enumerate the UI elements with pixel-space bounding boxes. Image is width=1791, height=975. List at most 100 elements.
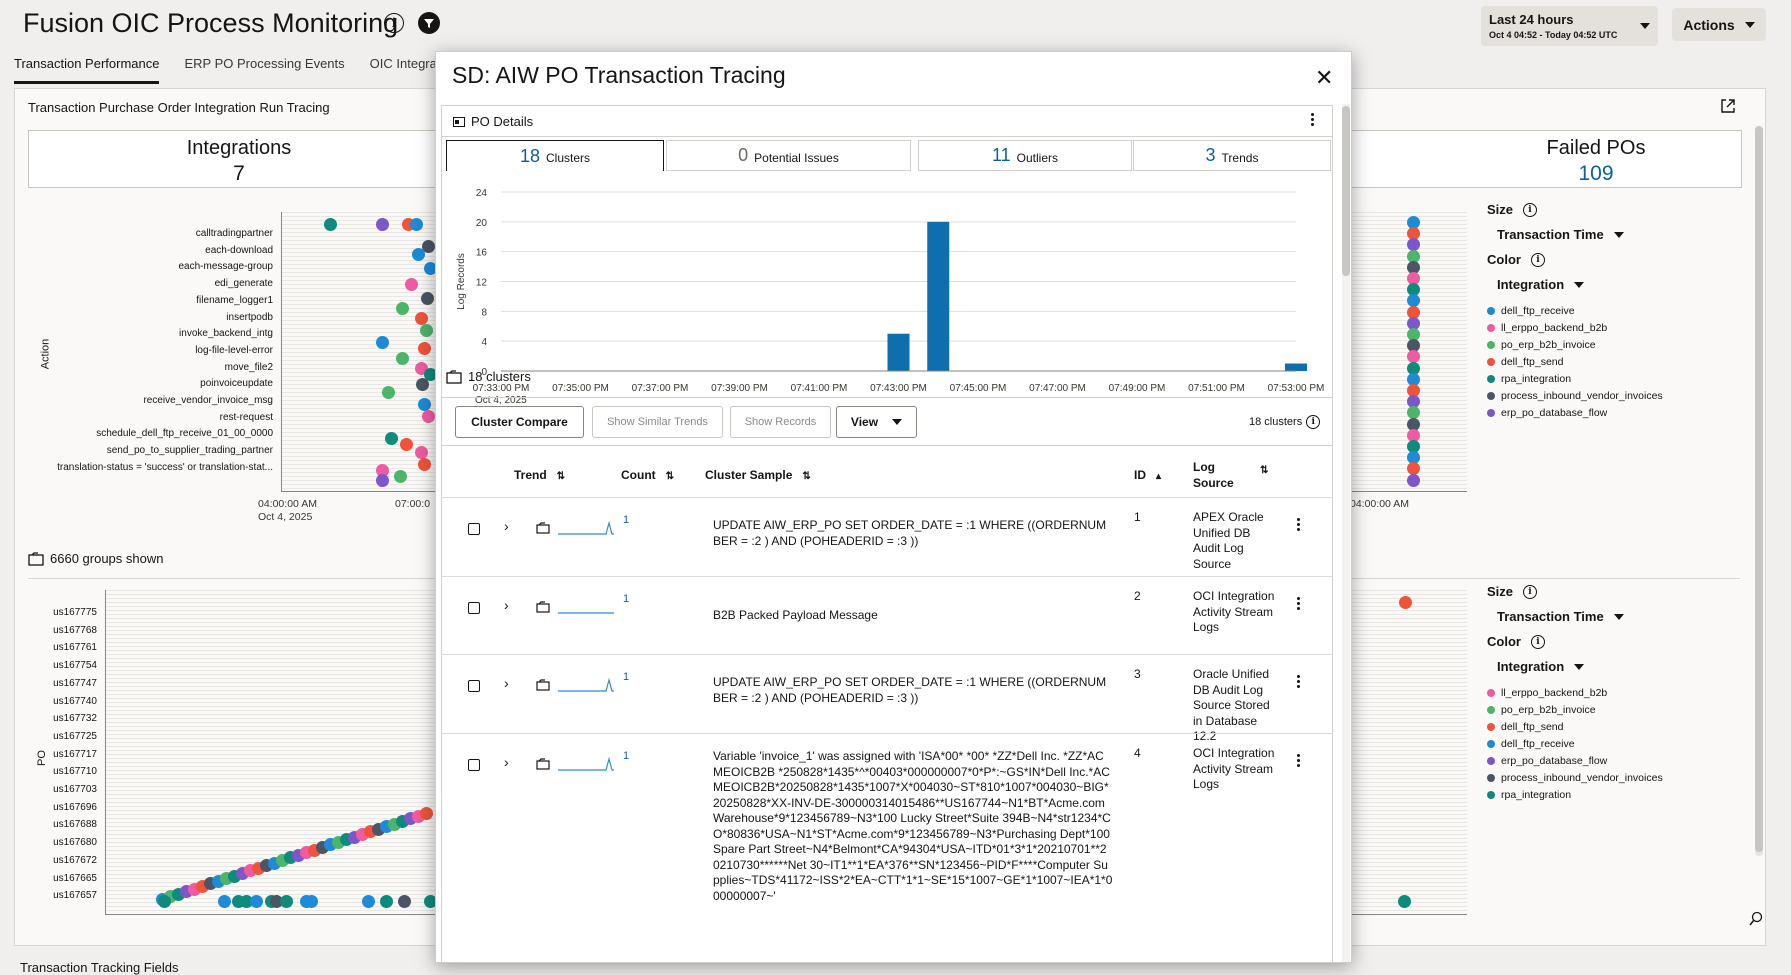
color-select[interactable]: Integration bbox=[1497, 659, 1737, 674]
legend-item[interactable]: ll_erppo_backend_b2b bbox=[1487, 319, 1737, 336]
trend-sparkline[interactable] bbox=[558, 596, 618, 619]
legend-item[interactable]: process_inbound_vendor_invoices bbox=[1487, 387, 1737, 404]
data-point[interactable] bbox=[398, 895, 411, 908]
legend-item[interactable]: dell_ftp_send bbox=[1487, 353, 1737, 370]
dashboard-scrollbar[interactable] bbox=[1755, 126, 1763, 856]
data-point[interactable] bbox=[1398, 895, 1411, 908]
info-icon[interactable]: i bbox=[1306, 415, 1321, 429]
size-select[interactable]: Transaction Time bbox=[1497, 609, 1737, 624]
row-checkbox[interactable] bbox=[468, 759, 480, 771]
data-point[interactable] bbox=[418, 342, 431, 355]
log-records-histogram[interactable]: 0481216202407:33:00 PM 07:35:00 PM 07:37:0… bbox=[446, 184, 1331, 409]
info-icon[interactable]: i bbox=[1530, 252, 1545, 267]
tab-trends[interactable]: 3 Trends bbox=[1133, 140, 1331, 171]
data-point[interactable] bbox=[382, 386, 395, 399]
row-checkbox[interactable] bbox=[468, 523, 480, 535]
data-point[interactable] bbox=[376, 218, 389, 231]
data-point[interactable] bbox=[394, 470, 407, 483]
cluster-count[interactable]: 1 bbox=[623, 670, 629, 686]
show-records-button[interactable]: Show Records bbox=[730, 406, 831, 438]
col-header-log-source[interactable]: Log Source bbox=[1193, 459, 1237, 491]
legend-item[interactable]: rpa_integration bbox=[1487, 370, 1737, 387]
bottom-plot-area-right[interactable] bbox=[1352, 590, 1467, 915]
data-point[interactable] bbox=[158, 895, 171, 908]
data-point[interactable] bbox=[415, 446, 428, 459]
col-header-count[interactable]: Count ⇅ bbox=[621, 468, 674, 482]
data-point[interactable] bbox=[324, 218, 337, 231]
data-point[interactable] bbox=[1407, 473, 1420, 487]
histogram-bar[interactable] bbox=[927, 221, 950, 371]
color-select[interactable]: Integration bbox=[1497, 277, 1737, 292]
tab-outliers[interactable]: 11 Outliers bbox=[918, 140, 1132, 171]
trend-sparkline[interactable] bbox=[558, 674, 618, 697]
cluster-icon[interactable] bbox=[536, 521, 550, 539]
data-point[interactable] bbox=[412, 248, 425, 261]
row-menu-icon[interactable] bbox=[1297, 595, 1301, 612]
view-menu-button[interactable]: View bbox=[836, 406, 917, 438]
row-menu-icon[interactable] bbox=[1297, 673, 1301, 690]
cluster-count[interactable]: 1 bbox=[623, 592, 629, 608]
data-point[interactable] bbox=[421, 292, 434, 305]
data-point[interactable] bbox=[280, 895, 293, 908]
dialog-scrollbar[interactable] bbox=[1342, 104, 1350, 962]
expand-chevron-icon[interactable]: › bbox=[504, 597, 509, 614]
data-point[interactable] bbox=[410, 218, 423, 231]
cluster-icon[interactable] bbox=[536, 757, 550, 775]
data-point[interactable] bbox=[1399, 596, 1412, 609]
tab-transaction-performance[interactable]: Transaction Performance bbox=[14, 56, 160, 84]
legend-item[interactable]: po_erp_b2b_invoice bbox=[1487, 701, 1737, 718]
filter-icon[interactable] bbox=[418, 12, 440, 34]
data-point[interactable] bbox=[362, 895, 375, 908]
info-icon[interactable]: i bbox=[384, 13, 404, 33]
col-header-id[interactable]: ID ▴ bbox=[1134, 468, 1161, 482]
cluster-icon[interactable] bbox=[536, 678, 550, 696]
row-menu-icon[interactable] bbox=[1297, 516, 1301, 533]
data-point[interactable] bbox=[250, 895, 263, 908]
show-similar-trends-button[interactable]: Show Similar Trends bbox=[592, 406, 723, 438]
data-point[interactable] bbox=[405, 278, 418, 291]
legend-item[interactable]: dell_ftp_receive bbox=[1487, 302, 1737, 319]
size-select[interactable]: Transaction Time bbox=[1497, 227, 1737, 242]
legend-item[interactable]: rpa_integration bbox=[1487, 786, 1737, 803]
tab-clusters[interactable]: 18 Clusters bbox=[446, 140, 664, 171]
actions-button[interactable]: Actions bbox=[1672, 8, 1766, 41]
close-icon[interactable]: ✕ bbox=[1315, 65, 1333, 91]
trend-sparkline[interactable] bbox=[558, 753, 618, 776]
trend-sparkline[interactable] bbox=[558, 517, 618, 540]
time-range-picker[interactable]: Last 24 hours Oct 4 04:52 - Today 04:52 … bbox=[1481, 6, 1658, 46]
row-menu-icon[interactable] bbox=[1297, 752, 1301, 769]
info-icon[interactable]: i bbox=[1523, 202, 1538, 217]
row-checkbox[interactable] bbox=[468, 602, 480, 614]
data-point[interactable] bbox=[420, 324, 433, 337]
legend-item[interactable]: erp_po_database_flow bbox=[1487, 404, 1737, 421]
col-header-trend[interactable]: Trend ⇅ bbox=[514, 468, 565, 482]
cluster-icon[interactable] bbox=[536, 600, 550, 618]
data-point[interactable] bbox=[376, 336, 389, 349]
data-point[interactable] bbox=[416, 378, 429, 391]
sort-icon[interactable]: ⇅ bbox=[1260, 465, 1268, 476]
histogram-bar[interactable] bbox=[1285, 363, 1307, 371]
col-header-cluster-sample[interactable]: Cluster Sample ⇅ bbox=[705, 468, 811, 482]
data-point[interactable] bbox=[396, 302, 409, 315]
expand-chevron-icon[interactable]: › bbox=[504, 518, 509, 535]
data-point[interactable] bbox=[305, 895, 318, 908]
legend-item[interactable]: ll_erppo_backend_b2b bbox=[1487, 684, 1737, 701]
legend-item[interactable]: dell_ftp_send bbox=[1487, 718, 1737, 735]
data-point[interactable] bbox=[418, 458, 431, 471]
legend-item[interactable]: dell_ftp_receive bbox=[1487, 735, 1737, 752]
external-link-icon[interactable] bbox=[1720, 98, 1736, 119]
data-point[interactable] bbox=[218, 895, 231, 908]
tab-erp-po-processing-events[interactable]: ERP PO Processing Events bbox=[184, 56, 344, 84]
data-point[interactable] bbox=[385, 432, 398, 445]
histogram-bar[interactable] bbox=[887, 333, 910, 371]
more-options-icon[interactable] bbox=[1311, 111, 1315, 128]
legend-item[interactable]: erp_po_database_flow bbox=[1487, 752, 1737, 769]
legend-item[interactable]: po_erp_b2b_invoice bbox=[1487, 336, 1737, 353]
data-point[interactable] bbox=[376, 474, 389, 487]
tab-potential-issues[interactable]: 0 Potential Issues bbox=[666, 140, 911, 171]
cluster-compare-button[interactable]: Cluster Compare bbox=[455, 406, 584, 438]
zoom-icon[interactable] bbox=[1748, 911, 1764, 932]
row-checkbox[interactable] bbox=[468, 680, 480, 692]
cluster-count[interactable]: 1 bbox=[623, 513, 629, 529]
data-point[interactable] bbox=[422, 410, 435, 423]
